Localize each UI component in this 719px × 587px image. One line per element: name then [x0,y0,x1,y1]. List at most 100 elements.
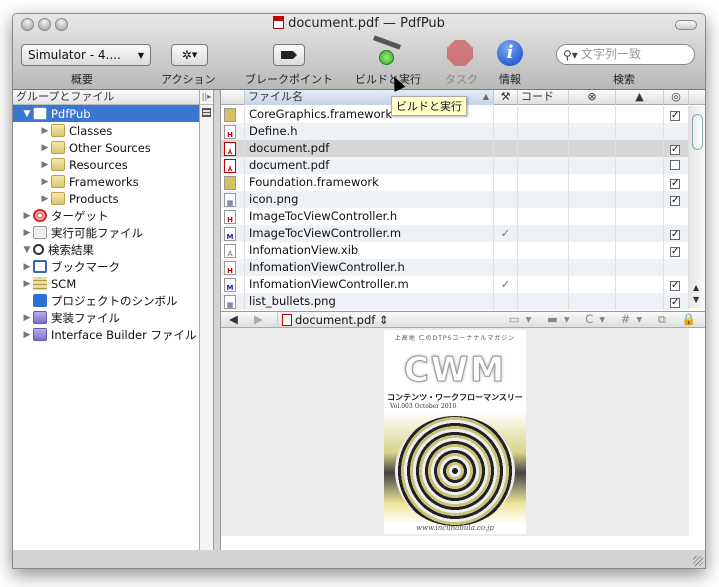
back-arrow-icon[interactable]: ◀ [229,312,238,327]
target-checkbox[interactable]: ✓ [670,145,680,155]
sidebar-item[interactable]: ▶ ターゲット [13,207,199,224]
disclosure-closed-icon[interactable]: ▶ [39,160,51,170]
sidebar-item-label: Classes [69,123,113,138]
sidebar-options-column: ||▸ [200,90,214,550]
sidebar-item[interactable]: ▶ Products [13,190,199,207]
sidebar-item[interactable]: ▼ 検索結果 [13,241,199,258]
icon-column-header[interactable] [221,90,245,105]
toolbar-toggle-button[interactable] [675,20,697,30]
search-field[interactable]: ⚲▾ 文字列一致 [556,44,695,65]
pdf-file-icon: ⅄ [224,142,236,156]
sidebar-item[interactable]: ▶ Frameworks [13,173,199,190]
scheme-label: Simulator - 4.... [28,48,121,62]
sidebar-item[interactable]: ▶ Resources [13,156,199,173]
sidebar-item[interactable]: ▶ ブックマーク [13,258,199,275]
chevron-down-icon: ▼ [191,51,198,59]
sidebar-item[interactable]: プロジェクトのシンボル [13,292,199,309]
list-icon[interactable] [202,108,211,117]
target-checkbox[interactable]: ✓ [670,111,680,121]
file-name: InfomationView.xib [249,243,359,257]
disclosure-closed-icon[interactable]: ▶ [21,279,33,289]
target-checkbox[interactable]: ✓ [670,196,680,206]
code-column-header[interactable]: コード [518,90,569,105]
smart-folder-icon [33,311,47,324]
sidebar-item[interactable]: ▶ SCM [13,275,199,292]
framework-file-icon [224,176,236,190]
sidebar-item[interactable]: ▼ PdfPub [13,105,199,122]
h-file-icon: H [224,125,236,139]
file-name: ImageTocViewController.h [249,209,398,223]
disclosure-closed-icon[interactable]: ▶ [39,143,51,153]
file-name: list_bullets.png [249,294,336,308]
target-checkbox[interactable]: ✓ [670,247,680,257]
file-row[interactable]: ⅄ document.pdf [221,157,689,174]
sidebar-item[interactable]: ▶ 実装ファイル [13,309,199,326]
breakpoints-button[interactable] [273,44,305,66]
file-name: document.pdf [249,158,330,172]
file-row[interactable]: ⅄ document.pdf ✓ [221,140,689,157]
scroll-arrows[interactable]: ▲ ▼ [693,282,699,306]
file-row[interactable]: M ImageTocViewController.m ✓ ✓ [221,225,689,242]
checkmark-icon: ✓ [500,226,511,240]
file-row[interactable]: ▦ icon.png ✓ [221,191,689,208]
disclosure-closed-icon[interactable]: ▶ [21,262,33,272]
cover-issue: Vol.003 October 2010 [390,403,457,410]
target-checkbox[interactable]: ✓ [670,298,680,308]
warnings-column-header[interactable]: ▲ [616,90,664,105]
sidebar-item-label: ターゲット [51,208,109,223]
sidebar-item[interactable]: ▶ Interface Builder ファイル [13,326,199,343]
resize-grip-icon[interactable] [693,556,703,566]
errors-column-header[interactable]: ⊗ [569,90,616,105]
breakpoints-label: ブレークポイント [245,73,333,86]
folder-icon [51,124,65,137]
file-row[interactable]: A InfomationView.xib ✓ [221,242,689,259]
disclosure-closed-icon[interactable]: ▶ [39,126,51,136]
file-row[interactable]: Foundation.framework ✓ [221,174,689,191]
file-popup-label: document.pdf [295,313,376,327]
hammer-icon [372,35,402,50]
file-name: Foundation.framework [249,175,379,189]
file-name: Define.h [249,124,298,138]
editor-options-icons[interactable]: ▭▾ ▬▾ C▾ #▾ ⧉ 🔒 [509,312,702,327]
file-row[interactable]: H InfomationViewController.h [221,259,689,276]
disclosure-closed-icon[interactable]: ▶ [21,330,33,340]
disclosure-closed-icon[interactable]: ▶ [21,211,33,221]
target-checkbox[interactable]: ✓ [670,230,680,240]
sidebar-item[interactable]: ▶ Other Sources [13,139,199,156]
target-checkbox[interactable] [670,160,680,170]
sidebar-item[interactable]: ▶ 実行可能ファイル [13,224,199,241]
file-row[interactable]: M InfomationViewController.m ✓ ✓ [221,276,689,293]
column-toggle-icon[interactable]: ||▸ [200,90,213,105]
sidebar-item[interactable]: ▶ Classes [13,122,199,139]
info-icon: i [497,40,523,66]
build-column-header[interactable]: ⚒ [494,90,518,105]
target-checkbox[interactable]: ✓ [670,281,680,291]
disclosure-open-icon[interactable]: ▼ [21,109,33,119]
stop-icon [447,40,473,66]
disclosure-closed-icon[interactable]: ▶ [39,194,51,204]
build-and-run-button[interactable] [371,35,403,70]
disclosure-closed-icon[interactable]: ▶ [39,177,51,187]
scheme-popup[interactable]: Simulator - 4.... ▼ [21,44,151,66]
file-popup[interactable]: document.pdf ⇕ [277,312,389,328]
file-row[interactable]: H Define.h [221,123,689,140]
info-button[interactable]: i [495,38,527,70]
forward-arrow-icon[interactable]: ▶ [254,312,263,327]
disclosure-open-icon[interactable]: ▼ [21,245,33,255]
target-checkbox[interactable]: ✓ [670,179,680,189]
scrollbar-thumb[interactable] [692,114,703,150]
disclosure-closed-icon[interactable]: ▶ [21,228,33,238]
sidebar-item-label: Resources [69,157,128,172]
action-button[interactable]: ✲ ▼ [171,44,208,66]
file-row[interactable]: ▦ list_bullets.png ✓ [221,293,689,310]
cover-title: CWM [403,350,507,391]
project-icon [33,107,47,120]
smart-folder-icon [33,328,47,341]
file-name: CoreGraphics.framework [249,107,392,121]
file-list-scrollbar[interactable]: ▲ ▼ [689,106,705,308]
window-title-text: document.pdf — PdfPub [288,16,445,31]
m-file-icon: M [224,227,236,241]
disclosure-closed-icon[interactable]: ▶ [21,313,33,323]
target-column-header[interactable]: ◎ [664,90,689,105]
file-row[interactable]: H ImageTocViewController.h [221,208,689,225]
